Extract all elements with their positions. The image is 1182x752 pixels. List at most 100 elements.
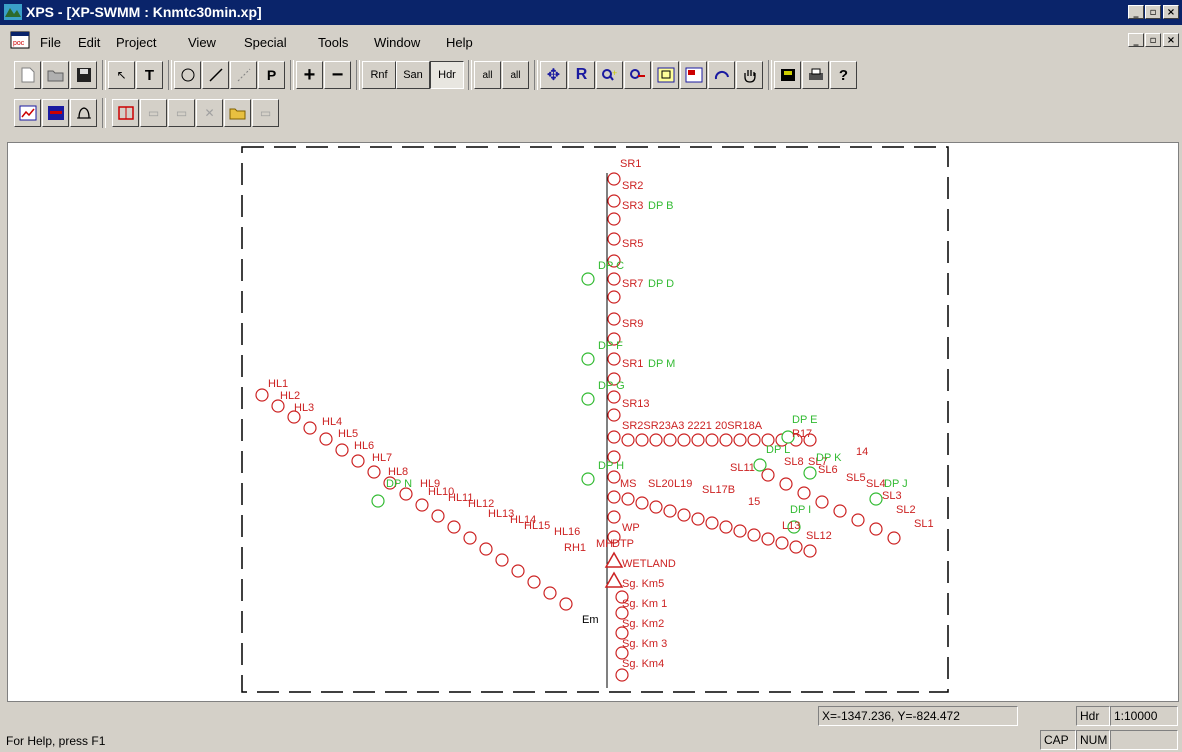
menu-file[interactable]: File xyxy=(40,35,61,50)
document-icon[interactable]: poc xyxy=(10,31,30,49)
sl-right-node[interactable] xyxy=(887,531,901,545)
sl-right-node[interactable] xyxy=(851,513,865,527)
sl-node[interactable] xyxy=(705,516,719,530)
sr-node[interactable] xyxy=(607,510,621,524)
hl-node[interactable] xyxy=(335,443,349,457)
network-canvas[interactable]: SR1 SR2 SR3 SR5 SR7 SR9 SR1 SR13 SR2SR23A3 2221 … xyxy=(7,142,1179,702)
zoom-window-icon[interactable] xyxy=(624,61,651,89)
doc-restore-icon[interactable]: ▫ xyxy=(1145,33,1161,47)
sr-node[interactable] xyxy=(615,668,629,682)
zoom-out-button[interactable]: − xyxy=(324,61,351,89)
sr-node[interactable] xyxy=(607,312,621,326)
dp-node[interactable] xyxy=(869,492,883,506)
sr-node[interactable] xyxy=(607,232,621,246)
hl-node[interactable] xyxy=(479,542,493,556)
sr-upper-node[interactable] xyxy=(733,433,747,447)
dp-node[interactable] xyxy=(581,272,595,286)
menu-tools[interactable]: Tools xyxy=(318,35,348,50)
hl-node[interactable] xyxy=(495,553,509,567)
mode-hdr-button[interactable]: Hdr xyxy=(430,61,464,89)
hl-node[interactable] xyxy=(463,531,477,545)
dp-node[interactable] xyxy=(753,458,767,472)
hl-node[interactable] xyxy=(511,564,525,578)
sr-node[interactable] xyxy=(607,194,621,208)
hl-node[interactable] xyxy=(527,575,541,589)
all-links-button[interactable]: all xyxy=(474,61,501,89)
zoom-extents-icon[interactable] xyxy=(652,61,679,89)
sr-upper-node[interactable] xyxy=(635,433,649,447)
sr-node[interactable] xyxy=(607,352,621,366)
hl-node[interactable] xyxy=(431,509,445,523)
sr-node[interactable] xyxy=(607,390,621,404)
report-icon[interactable] xyxy=(774,61,801,89)
sl-right-node[interactable] xyxy=(797,486,811,500)
network-icon[interactable] xyxy=(112,99,139,127)
sr-node[interactable] xyxy=(607,172,621,186)
new-file-icon[interactable] xyxy=(14,61,41,89)
arrow-select-icon[interactable]: ↖ xyxy=(108,61,135,89)
sr-node[interactable] xyxy=(607,272,621,286)
network-diagram[interactable]: SR1 SR2 SR3 SR5 SR7 SR9 SR1 SR13 SR2SR23A3 2221 … xyxy=(8,143,1178,701)
sr-upper-node[interactable] xyxy=(747,433,761,447)
hl-node[interactable] xyxy=(559,597,573,611)
hl-node[interactable] xyxy=(255,388,269,402)
close-icon[interactable]: × xyxy=(1163,5,1179,19)
restore-icon[interactable]: ▫ xyxy=(1145,5,1161,19)
circle-node-icon[interactable] xyxy=(174,61,201,89)
sl-right-node[interactable] xyxy=(869,522,883,536)
minimize-icon[interactable]: _ xyxy=(1128,5,1144,19)
hl-node[interactable] xyxy=(319,432,333,446)
move-icon[interactable]: ✥ xyxy=(540,61,567,89)
save-icon[interactable] xyxy=(70,61,97,89)
sr-upper-node[interactable] xyxy=(621,433,635,447)
disabled-tool-3-icon[interactable]: ✕ xyxy=(196,99,223,127)
sr-upper-node[interactable] xyxy=(719,433,733,447)
redraw-icon[interactable] xyxy=(708,61,735,89)
hl-node[interactable] xyxy=(447,520,461,534)
sr-node[interactable] xyxy=(607,290,621,304)
graph-icon[interactable] xyxy=(14,99,41,127)
sl-node[interactable] xyxy=(719,520,733,534)
sl-node[interactable] xyxy=(789,540,803,554)
mode-san-button[interactable]: San xyxy=(396,61,430,89)
profile-icon[interactable] xyxy=(42,99,69,127)
sr-upper-node[interactable] xyxy=(663,433,677,447)
hl-node[interactable] xyxy=(351,454,365,468)
sl-node[interactable] xyxy=(803,544,817,558)
dashed-link-icon[interactable] xyxy=(230,61,257,89)
sl-node[interactable] xyxy=(663,504,677,518)
hl-node[interactable] xyxy=(303,421,317,435)
r-tool-icon[interactable]: R xyxy=(568,61,595,89)
disabled-tool-4-icon[interactable]: ▭ xyxy=(252,99,279,127)
dp-node[interactable] xyxy=(371,494,385,508)
sr-node[interactable] xyxy=(607,430,621,444)
sl-node[interactable] xyxy=(761,532,775,546)
help-icon[interactable]: ? xyxy=(830,61,857,89)
dp-node[interactable] xyxy=(581,392,595,406)
disabled-tool-1-icon[interactable]: ▭ xyxy=(140,99,167,127)
menu-help[interactable]: Help xyxy=(446,35,473,50)
hand-pan-icon[interactable] xyxy=(736,61,763,89)
sl-node[interactable] xyxy=(621,492,635,506)
pan-window-icon[interactable] xyxy=(680,61,707,89)
hl-node[interactable] xyxy=(543,586,557,600)
sl-node[interactable] xyxy=(691,512,705,526)
hl-node[interactable] xyxy=(367,465,381,479)
zoom-add-icon[interactable]: + xyxy=(596,61,623,89)
zoom-in-button[interactable]: + xyxy=(296,61,323,89)
dp-node[interactable] xyxy=(581,472,595,486)
sl-node[interactable] xyxy=(747,528,761,542)
text-tool-button[interactable]: T xyxy=(136,61,163,89)
sl-node[interactable] xyxy=(649,500,663,514)
menu-edit[interactable]: Edit xyxy=(78,35,100,50)
all-nodes-button[interactable]: all xyxy=(502,61,529,89)
sl-node[interactable] xyxy=(677,508,691,522)
sr-upper-node[interactable] xyxy=(649,433,663,447)
disabled-tool-2-icon[interactable]: ▭ xyxy=(168,99,195,127)
sr-upper-node[interactable] xyxy=(691,433,705,447)
sr-node[interactable] xyxy=(607,470,621,484)
print-icon[interactable] xyxy=(802,61,829,89)
sl-node[interactable] xyxy=(733,524,747,538)
sr-upper-node[interactable] xyxy=(705,433,719,447)
open-file-icon[interactable] xyxy=(224,99,251,127)
